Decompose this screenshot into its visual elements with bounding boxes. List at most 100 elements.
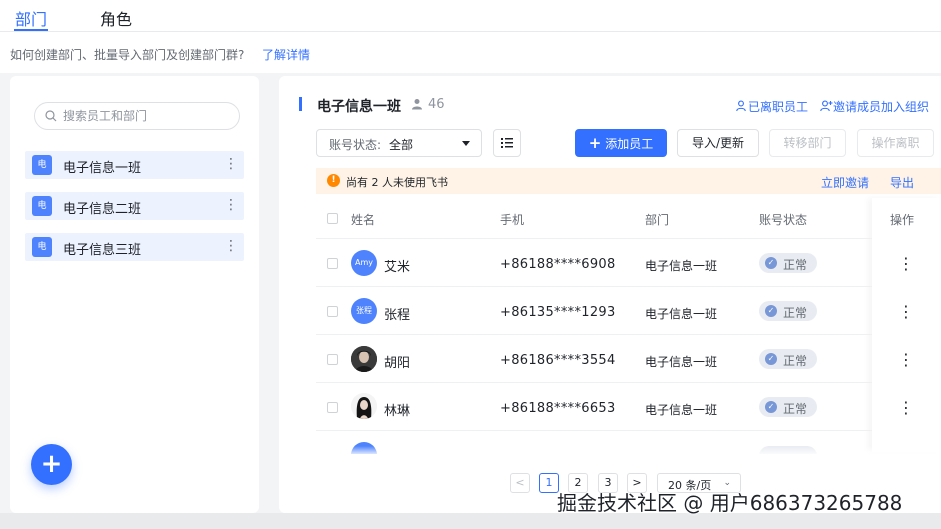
employee-phone: +86188****6653 [500,401,616,416]
prev-page-button[interactable]: < [510,473,530,493]
avatar-photo [351,393,377,419]
page-title: 电子信息一班 [317,99,401,115]
invite-now-link[interactable]: 立即邀请 [821,174,869,191]
add-person-icon [820,100,833,112]
add-department-button[interactable]: + [31,444,72,485]
invite-members-link[interactable]: 邀请成员加入组织 [820,98,929,115]
avatar: 张程 [351,298,377,324]
page-1-button[interactable]: 1 [539,473,559,493]
more-options-icon[interactable]: ⋮ [224,196,238,214]
employee-phone: +86188****6908 [500,257,616,272]
check-circle-icon: ✓ [765,305,777,317]
add-employee-button[interactable]: + 添加员工 [575,129,667,157]
search-icon [45,110,57,122]
hint-bar: 如何创建部门、批量导入部门及创建部门群? 了解详情 [0,33,941,73]
search-box[interactable] [34,102,240,130]
row-checkbox[interactable] [327,402,338,413]
person-outline-icon [736,100,746,112]
hint-text: 如何创建部门、批量导入部门及创建部门群? [10,48,245,62]
row-more-icon[interactable]: ⋮ [898,400,914,416]
person-icon [412,99,422,110]
department-icon: 电 [32,155,52,175]
row-divider [316,286,872,287]
resigned-employees-label: 已离职员工 [748,100,809,114]
account-status-label: 账号状态: [329,138,382,152]
employee-name[interactable]: 胡阳 [384,352,410,371]
row-divider [316,238,872,239]
sidebar-item-dept-2[interactable]: 电 电子信息二班 ⋮ [25,192,244,220]
list-icon [501,138,513,148]
person-photo-icon [351,393,377,419]
more-options-icon[interactable]: ⋮ [224,155,238,173]
avatar-photo [351,346,377,372]
tab-role[interactable]: 角色 [100,6,132,30]
list-view-button[interactable] [493,129,521,157]
employee-name[interactable]: 张程 [384,304,410,323]
warning-icon: ! [327,174,340,187]
transfer-department-button[interactable]: 转移部门 [769,129,846,157]
add-employee-label: 添加员工 [605,137,654,151]
row-checkbox[interactable] [327,306,338,317]
sidebar-item-dept-3[interactable]: 电 电子信息三班 ⋮ [25,233,244,261]
employee-department: 电子信息一班 [645,355,718,369]
check-circle-icon: ✓ [765,353,777,365]
account-status-select[interactable]: 账号状态: 全部 [316,129,482,157]
learn-more-link[interactable]: 了解详情 [262,46,310,63]
person-photo-icon [351,346,377,372]
tab-department[interactable]: 部门 [15,6,47,30]
select-all-checkbox[interactable] [327,213,338,224]
status-badge: ✓ 正常 [759,253,817,273]
column-header-operations: 操作 [890,213,915,227]
row-divider [316,430,872,431]
status-text: 正常 [783,258,808,272]
title-accent-bar [299,97,302,111]
avatar: Amy [351,250,377,276]
status-text: 正常 [783,354,808,368]
row-checkbox[interactable] [327,354,338,365]
row-divider [316,334,872,335]
invite-members-label: 邀请成员加入组织 [833,100,930,114]
employee-department: 电子信息一班 [645,259,718,273]
employee-name[interactable]: 艾米 [384,256,410,275]
process-resignation-button[interactable]: 操作离职 [857,129,934,157]
sidebar-item-label: 电子信息二班 [63,202,142,217]
row-more-icon[interactable]: ⋮ [898,256,914,272]
watermark: 掘金技术社区 @ 用户686373265788 [557,491,903,515]
more-options-icon[interactable]: ⋮ [224,237,238,255]
export-link[interactable]: 导出 [890,174,914,191]
status-badge: ✓ 正常 [759,301,817,321]
sidebar-item-label: 电子信息一班 [63,161,142,176]
status-badge: ✓ 正常 [759,349,817,369]
member-count: 46 [428,97,445,112]
row-divider [316,382,872,383]
status-text: 正常 [783,402,808,416]
employee-department: 电子信息一班 [645,403,718,417]
import-update-button[interactable]: 导入/更新 [677,129,759,157]
employee-phone: +86135****1293 [500,305,616,320]
row-more-icon[interactable]: ⋮ [898,304,914,320]
employee-phone: +86186****3554 [500,353,616,368]
department-icon: 电 [32,237,52,257]
column-header-account-status: 账号状态 [759,213,808,227]
notice-text: 尚有 2 人未使用飞书 [346,176,448,189]
notice-banner: ! 尚有 2 人未使用飞书 立即邀请 导出 [316,168,941,194]
check-circle-icon: ✓ [765,257,777,269]
account-status-value: 全部 [389,138,414,152]
caret-down-icon [462,141,470,146]
department-icon: 电 [32,196,52,216]
row-more-icon[interactable]: ⋮ [898,352,914,368]
employee-name[interactable]: 林琳 [384,400,410,419]
employee-department: 电子信息一班 [645,307,718,321]
column-header-department: 部门 [645,213,670,227]
sidebar-item-dept-1[interactable]: 电 电子信息一班 ⋮ [25,151,244,179]
scroll-fade [279,446,941,456]
active-tab-indicator [14,29,48,31]
sidebar-item-label: 电子信息三班 [63,243,142,258]
status-text: 正常 [783,306,808,320]
check-circle-icon: ✓ [765,401,777,413]
resigned-employees-link[interactable]: 已离职员工 [736,98,808,115]
search-input[interactable] [63,107,233,125]
column-header-phone: 手机 [500,213,525,227]
top-tab-bar: 部门 角色 [0,0,941,32]
row-checkbox[interactable] [327,258,338,269]
